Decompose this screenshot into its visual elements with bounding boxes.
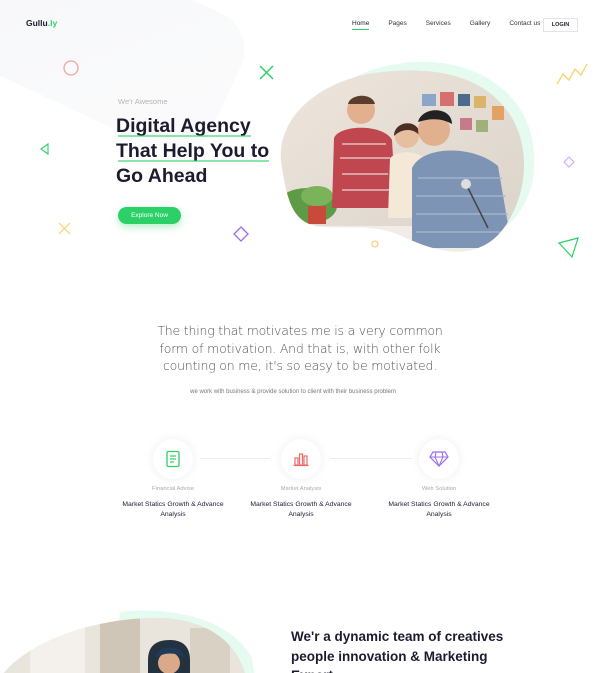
hero-title-line-3: Go Ahead [116, 165, 208, 187]
service-card-web[interactable]: Web Solution Market Statics Growth & Adv… [379, 439, 499, 520]
nav-item-home[interactable]: Home [352, 20, 370, 30]
service-title: Market Statics Growth & Advance Analysis [122, 501, 224, 518]
main-nav: Home Pages Services Gallery Contact us [352, 20, 559, 30]
hero-eyebrow: We'r Awesome [118, 97, 168, 106]
bar-chart-icon [281, 439, 321, 479]
service-category: Market Analysis [280, 486, 322, 492]
diamond-shape-purple-icon [233, 226, 249, 242]
hero-title-line-2: That Help You to [116, 140, 270, 162]
diamond-icon [419, 439, 459, 479]
team-image [0, 610, 255, 673]
service-title: Market Statics Growth & Advance Analysis [250, 501, 352, 518]
nav-item-gallery[interactable]: Gallery [470, 20, 491, 27]
zigzag-shape-icon [556, 63, 588, 85]
triangle-shape-green-icon [557, 237, 579, 259]
diamond-shape-icon [563, 156, 575, 168]
hero-image [280, 61, 535, 252]
triangle-shape-icon [40, 142, 49, 156]
document-icon [153, 439, 193, 479]
service-card-financial[interactable]: Financial Advise Market Statics Growth &… [113, 439, 233, 520]
nav-item-contact[interactable]: Contact us [509, 20, 540, 27]
service-category: Web Solution [421, 486, 457, 492]
intro-quote: The thing that motivates me is a very co… [157, 323, 443, 373]
brand-logo[interactable]: Gullu.ly [26, 18, 57, 28]
service-title: Market Statics Growth & Advance Analysis [388, 501, 490, 518]
nav-item-services[interactable]: Services [426, 20, 451, 27]
login-button[interactable]: LOGIN [543, 18, 578, 32]
nav-item-pages[interactable]: Pages [388, 20, 406, 27]
team-section-title: We'r a dynamic team of creatives people … [291, 629, 504, 673]
hero-title-line-1: Digital Agency [116, 115, 251, 137]
service-category: Financial Advise [152, 486, 194, 492]
intro-subtext: we work with business & provide solution… [190, 389, 396, 395]
explore-now-button[interactable]: Explore Now [118, 207, 181, 224]
cross-shape-small-icon [58, 222, 71, 235]
service-card-market[interactable]: Market Analysis Market Statics Growth & … [241, 439, 361, 520]
